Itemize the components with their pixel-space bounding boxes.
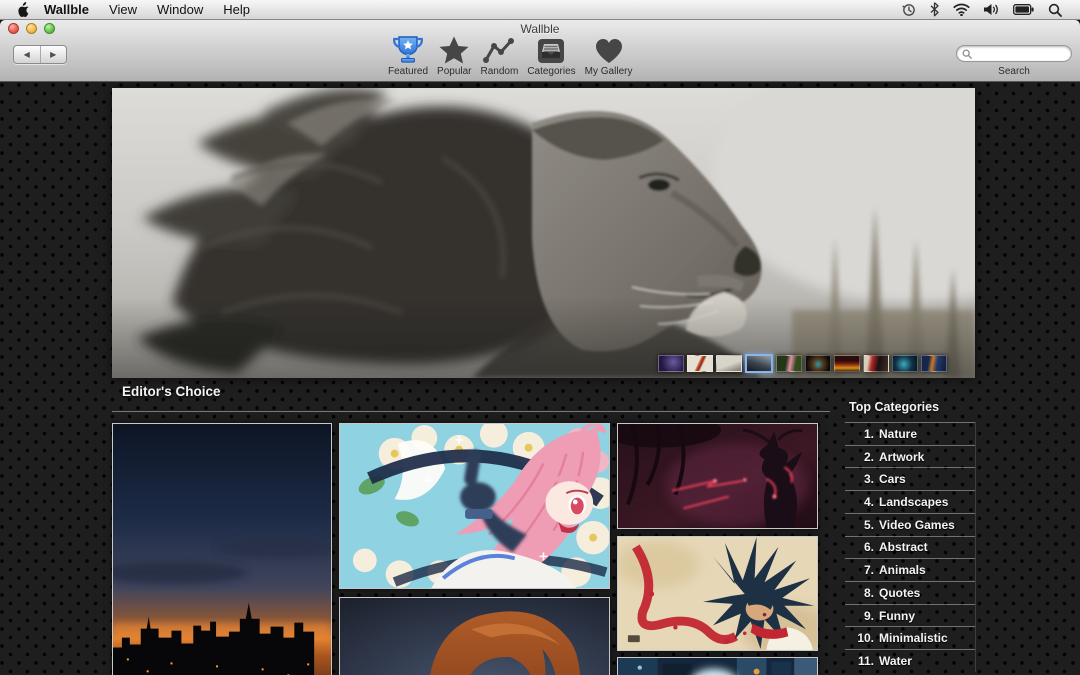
- menu-item-view[interactable]: View: [99, 0, 147, 20]
- featured-thumb-4-selected[interactable]: [745, 354, 773, 373]
- search-field[interactable]: [956, 45, 1072, 62]
- app-window: Wallble ◀ ▶: [0, 20, 1080, 675]
- category-item-funny[interactable]: 9.Funny: [845, 604, 975, 627]
- toolbar-label: My Gallery: [585, 66, 633, 77]
- category-item-water[interactable]: 11.Water: [845, 649, 975, 672]
- featured-thumb-9[interactable]: [892, 355, 918, 372]
- wallpaper-card-redhead-portrait[interactable]: [339, 597, 610, 675]
- category-item-abstract[interactable]: 6.Abstract: [845, 536, 975, 559]
- toolbar-label: Popular: [437, 66, 471, 77]
- featured-thumb-3[interactable]: [716, 355, 742, 372]
- toolbar-item-my-gallery[interactable]: My Gallery: [585, 35, 633, 77]
- star-icon: [438, 35, 470, 65]
- featured-thumb-7[interactable]: [834, 355, 860, 372]
- search-input[interactable]: [975, 48, 1066, 60]
- section-title-top-categories: Top Categories: [849, 400, 939, 414]
- featured-thumb-5[interactable]: [776, 355, 802, 372]
- menu-item-help[interactable]: Help: [213, 0, 260, 20]
- category-item-nature[interactable]: 1.Nature: [845, 422, 975, 445]
- menu-status-icons: [901, 2, 1068, 17]
- minimize-button[interactable]: [26, 23, 37, 34]
- featured-thumb-1[interactable]: [658, 355, 684, 372]
- lion-photo: [112, 88, 975, 378]
- wallpaper-card-blue-hair-girl[interactable]: [617, 536, 818, 651]
- window-controls: [8, 23, 55, 34]
- featured-thumb-6[interactable]: [805, 355, 831, 372]
- menu-item-app[interactable]: Wallble: [34, 0, 99, 20]
- menu-bar: Wallble View Window Help: [0, 0, 1080, 20]
- category-item-quotes[interactable]: 8.Quotes: [845, 581, 975, 604]
- menu-item-window[interactable]: Window: [147, 0, 213, 20]
- category-item-artwork[interactable]: 2.Artwork: [845, 445, 975, 468]
- battery-icon[interactable]: [1013, 4, 1034, 15]
- toolbar-item-popular[interactable]: Popular: [437, 35, 471, 77]
- history-nav: ◀ ▶: [13, 45, 67, 64]
- toolbar-label: Random: [481, 66, 519, 77]
- toolbar-item-categories[interactable]: Categories: [527, 35, 575, 77]
- zoom-button[interactable]: [44, 23, 55, 34]
- random-chart-icon: [482, 35, 516, 65]
- desktop: Wallble View Window Help: [0, 0, 1080, 675]
- toolbar-item-featured[interactable]: Featured: [388, 35, 428, 77]
- featured-thumb-2[interactable]: [687, 355, 713, 372]
- inbox-icon: [535, 35, 567, 65]
- close-button[interactable]: [8, 23, 19, 34]
- toolbar-item-random[interactable]: Random: [481, 35, 519, 77]
- featured-thumb-10[interactable]: [921, 355, 947, 372]
- category-item-minimalistic[interactable]: 10.Minimalistic: [845, 626, 975, 649]
- heart-icon: [593, 35, 625, 65]
- window-chrome: Wallble ◀ ▶: [0, 20, 1080, 82]
- category-item-cars[interactable]: 3.Cars: [845, 467, 975, 490]
- section-divider: [112, 411, 830, 412]
- wallpaper-card-dark-demon[interactable]: [617, 423, 818, 529]
- search-label: Search: [956, 66, 1072, 77]
- forward-button[interactable]: ▶: [41, 46, 67, 63]
- toolbar: Featured Popular Random: [388, 35, 632, 77]
- toolbar-label: Categories: [527, 66, 575, 77]
- category-item-animals[interactable]: 7.Animals: [845, 558, 975, 581]
- category-item-video-games[interactable]: 5.Video Games: [845, 513, 975, 536]
- wallpaper-card-anime-girl[interactable]: [339, 423, 610, 589]
- spotlight-icon[interactable]: [1048, 3, 1062, 17]
- wallpaper-card-sunset-city[interactable]: [112, 423, 332, 675]
- bluetooth-icon[interactable]: [930, 2, 939, 17]
- section-title-editors-choice: Editor's Choice: [122, 384, 220, 399]
- wallpaper-card-industrial-blue[interactable]: [617, 657, 818, 675]
- featured-thumbnail-strip: [658, 354, 947, 373]
- content-area: Editor's Choice: [0, 82, 1080, 675]
- apple-menu-icon[interactable]: [12, 2, 34, 17]
- search-icon: [962, 49, 972, 59]
- featured-wallpaper-lion[interactable]: [112, 88, 975, 378]
- back-button[interactable]: ◀: [14, 46, 41, 63]
- window-title: Wallble: [0, 20, 1080, 36]
- volume-icon[interactable]: [984, 3, 999, 16]
- wifi-icon[interactable]: [953, 3, 970, 16]
- category-item-landscapes[interactable]: 4.Landscapes: [845, 490, 975, 513]
- top-categories-list: 1.Nature 2.Artwork 3.Cars 4.Landscapes 5…: [845, 422, 976, 672]
- trophy-icon: [391, 35, 425, 65]
- featured-thumb-8[interactable]: [863, 355, 889, 372]
- toolbar-label: Featured: [388, 66, 428, 77]
- time-machine-icon[interactable]: [901, 2, 916, 17]
- search-area: Search: [956, 45, 1072, 77]
